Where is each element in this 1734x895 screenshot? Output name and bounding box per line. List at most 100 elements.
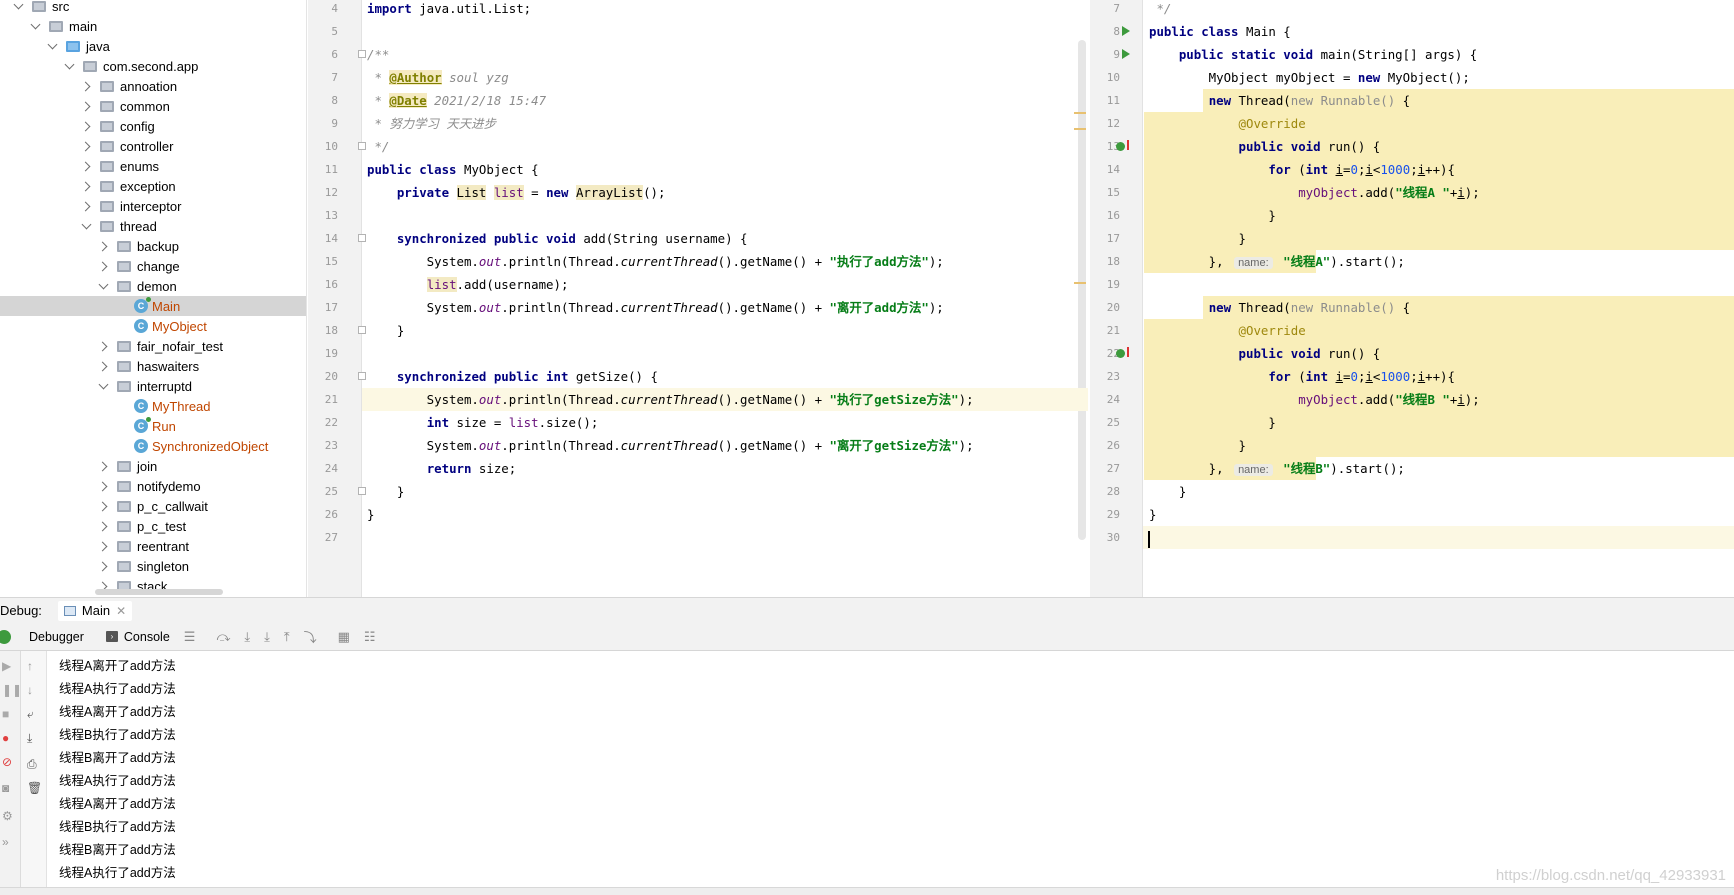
tree-item[interactable]: interceptor <box>0 196 306 216</box>
code-line[interactable]: 4 import java.util.List; <box>308 0 1088 20</box>
mute-breakpoints-icon[interactable]: ⊘ <box>2 755 12 769</box>
code-line[interactable]: 6 /** <box>308 43 1088 66</box>
chevron-icon[interactable] <box>99 481 109 491</box>
tree-item[interactable]: com.second.app <box>0 56 306 76</box>
step-out-icon[interactable]: ⤒ <box>284 629 290 645</box>
code-line[interactable]: 23 System.out.println(Thread.currentThre… <box>308 434 1088 457</box>
chevron-icon[interactable] <box>99 521 109 531</box>
code-line[interactable]: 15 System.out.println(Thread.currentThre… <box>308 250 1088 273</box>
fold-icon[interactable] <box>358 142 366 150</box>
code-line[interactable]: 13 <box>308 204 1088 227</box>
run-to-cursor-icon[interactable]: ⤵ <box>304 627 317 646</box>
code-line[interactable]: 7 * @Author soul yzg <box>308 66 1088 89</box>
chevron-icon[interactable] <box>65 61 75 71</box>
tree-item[interactable]: thread <box>0 216 306 236</box>
chevron-icon[interactable] <box>82 81 92 91</box>
code-line[interactable]: 7 */ <box>1090 0 1734 20</box>
code-line[interactable]: 21 @Override <box>1090 319 1734 342</box>
code-line[interactable]: 13 public void run() { <box>1090 135 1734 158</box>
code-line[interactable]: 27 }, name: "线程B").start(); <box>1090 457 1734 480</box>
tree-item[interactable]: notifydemo <box>0 476 306 496</box>
code-line[interactable]: 8 * @Date 2021/2/18 15:47 <box>308 89 1088 112</box>
close-icon[interactable]: ✕ <box>116 604 126 618</box>
more-icon[interactable]: » <box>2 835 9 849</box>
code-line[interactable]: 18 }, name: "线程A").start(); <box>1090 250 1734 273</box>
chevron-icon[interactable] <box>82 201 92 211</box>
tree-item[interactable]: singleton <box>0 556 306 576</box>
chevron-icon[interactable] <box>82 221 92 231</box>
code-line[interactable]: 15 myObject.add("线程A "+i); <box>1090 181 1734 204</box>
fold-icon[interactable] <box>358 487 366 495</box>
tree-item[interactable]: config <box>0 116 306 136</box>
tree-scrollbar[interactable] <box>95 589 223 595</box>
stop-icon[interactable]: ■ <box>2 707 9 721</box>
chevron-icon[interactable] <box>82 181 92 191</box>
evaluate-icon[interactable]: ▦ <box>338 629 350 645</box>
chevron-icon[interactable] <box>14 1 24 11</box>
chevron-icon[interactable] <box>99 341 109 351</box>
code-line[interactable]: 10 MyObject myObject = new MyObject(); <box>1090 66 1734 89</box>
override-gutter-icon[interactable] <box>1116 347 1129 358</box>
resume-icon[interactable]: ▶ <box>2 659 11 673</box>
code-line[interactable]: 22 public void run() { <box>1090 342 1734 365</box>
code-line[interactable]: 19 <box>308 342 1088 365</box>
tree-item[interactable]: enums <box>0 156 306 176</box>
print-icon[interactable]: ⎙ <box>27 757 37 772</box>
fold-icon[interactable] <box>358 50 366 58</box>
chevron-icon[interactable] <box>82 121 92 131</box>
chevron-icon[interactable] <box>82 101 92 111</box>
chevron-icon[interactable] <box>99 281 109 291</box>
code-line[interactable]: 5 <box>308 20 1088 43</box>
chevron-icon[interactable] <box>99 241 109 251</box>
console-output[interactable]: 线程A离开了add方法 线程A执行了add方法 线程A离开了add方法 线程B执行了a… <box>47 651 1734 887</box>
code-line[interactable]: 17 System.out.println(Thread.currentThre… <box>308 296 1088 319</box>
step-into-icon[interactable]: ⤓ <box>244 629 250 645</box>
chevron-icon[interactable] <box>82 141 92 151</box>
chevron-icon[interactable] <box>82 161 92 171</box>
chevron-icon[interactable] <box>31 21 41 31</box>
tree-item[interactable]: C MyThread <box>0 396 306 416</box>
code-line[interactable]: 25 } <box>308 480 1088 503</box>
tree-item[interactable]: demon <box>0 276 306 296</box>
code-line[interactable]: 21 System.out.println(Thread.currentThre… <box>308 388 1088 411</box>
tree-item[interactable]: main <box>0 16 306 36</box>
tree-item[interactable]: fair_nofair_test <box>0 336 306 356</box>
fold-icon[interactable] <box>358 372 366 380</box>
tree-item[interactable]: p_c_test <box>0 516 306 536</box>
code-line[interactable]: 16 } <box>1090 204 1734 227</box>
tree-item[interactable]: annoation <box>0 76 306 96</box>
code-line[interactable]: 26} <box>308 503 1088 526</box>
chevron-icon[interactable] <box>99 541 109 551</box>
tree-item[interactable]: change <box>0 256 306 276</box>
project-tree[interactable]: src main java com.second.app annoation common… <box>0 0 307 597</box>
tree-item[interactable]: controller <box>0 136 306 156</box>
down-arrow-icon[interactable]: ↓ <box>27 683 33 697</box>
code-line[interactable]: 26 } <box>1090 434 1734 457</box>
code-line[interactable]: 28 } <box>1090 480 1734 503</box>
code-line[interactable]: 10 */ <box>308 135 1088 158</box>
tab-console[interactable]: › Console <box>105 630 170 644</box>
tree-item[interactable]: reentrant <box>0 536 306 556</box>
code-line[interactable]: 29} <box>1090 503 1734 526</box>
scroll-to-end-icon[interactable]: ⤓ <box>27 731 32 746</box>
camera-icon[interactable]: ◙ <box>2 781 9 795</box>
code-line[interactable]: 23 for (int i=0;i<1000;i++){ <box>1090 365 1734 388</box>
force-step-into-icon[interactable]: ⤓ <box>264 629 270 645</box>
code-line[interactable]: 17 } <box>1090 227 1734 250</box>
tree-item[interactable]: C Run <box>0 416 306 436</box>
chevron-icon[interactable] <box>99 361 109 371</box>
code-line[interactable]: 30 <box>1090 526 1734 549</box>
trash-icon[interactable]: 🗑 <box>27 781 42 795</box>
tree-item[interactable]: haswaiters <box>0 356 306 376</box>
tree-item[interactable]: p_c_callwait <box>0 496 306 516</box>
chevron-icon[interactable] <box>99 501 109 511</box>
tree-item[interactable]: C Main <box>0 296 306 316</box>
debug-session-tab[interactable]: Main ✕ <box>57 600 133 621</box>
chevron-icon[interactable] <box>99 561 109 571</box>
code-line[interactable]: 11 new Thread(new Runnable() { <box>1090 89 1734 112</box>
tree-item[interactable]: exception <box>0 176 306 196</box>
code-line[interactable]: 20 new Thread(new Runnable() { <box>1090 296 1734 319</box>
tab-debugger[interactable]: Debugger <box>29 630 84 644</box>
trace-icon[interactable]: ☷ <box>364 629 376 645</box>
code-line[interactable]: 27 <box>308 526 1088 549</box>
